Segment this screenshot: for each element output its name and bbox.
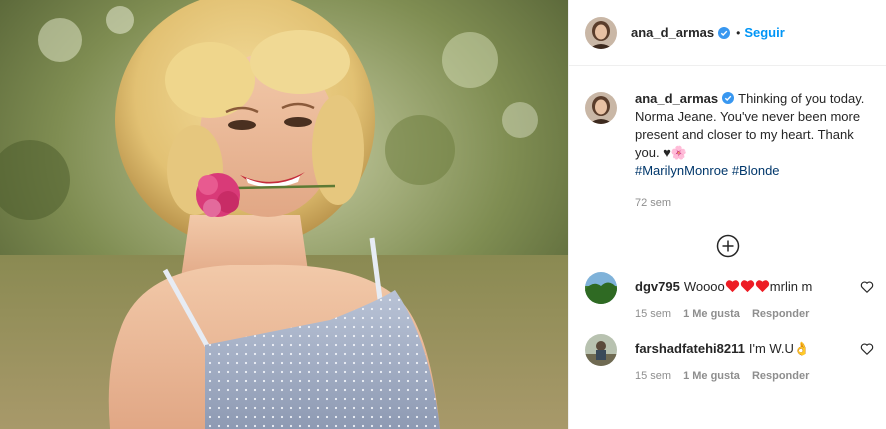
comment-item: farshadfatehi8211 I'm W.U👌 15 sem 1 Me gu… [569, 334, 886, 382]
comment-body: farshadfatehi8211 I'm W.U👌 15 sem 1 Me gu… [635, 340, 865, 382]
comment-item: dgv795 Woooo mrlin m 15 sem 1 Me gusta Res… [569, 272, 886, 320]
comment-text-suffix: mrlin m [769, 279, 813, 294]
commenter-avatar[interactable] [585, 334, 617, 366]
comment-text-line: farshadfatehi8211 I'm W.U👌 [635, 340, 865, 358]
comment-body: dgv795 Woooo mrlin m 15 sem 1 Me gusta Res… [635, 278, 865, 320]
heart-outline-icon[interactable] [860, 280, 874, 294]
author-username[interactable]: ana_d_armas [631, 25, 714, 40]
separator-dot: • [736, 25, 741, 40]
comment-like-count[interactable]: 1 Me gusta [683, 308, 740, 320]
hashtag-blonde[interactable]: #Blonde [732, 163, 780, 178]
comment-username[interactable]: farshadfatehi8211 [635, 341, 745, 356]
author-avatar[interactable] [585, 16, 617, 49]
comment-timestamp[interactable]: 15 sem [635, 308, 671, 320]
verified-badge-icon [722, 92, 735, 104]
load-more-comments [569, 234, 886, 258]
reply-button[interactable]: Responder [752, 308, 809, 320]
heart-outline-icon[interactable] [860, 342, 874, 356]
post-side-panel: ana_d_armas • Seguir ana_d_armas Thinking… [568, 0, 886, 429]
verified-badge-icon [718, 26, 731, 39]
instagram-post: ana_d_armas • Seguir ana_d_armas Thinking… [0, 0, 886, 429]
comment-like-count[interactable]: 1 Me gusta [683, 370, 740, 382]
comment-meta: 15 sem 1 Me gusta Responder [635, 370, 865, 382]
commenter-avatar[interactable] [585, 272, 617, 304]
comment-text: Woooo [683, 279, 725, 294]
caption-timestamp[interactable]: 72 sem [635, 194, 867, 212]
comment-meta: 15 sem 1 Me gusta Responder [635, 308, 865, 320]
reply-button[interactable]: Responder [752, 370, 809, 382]
caption-avatar[interactable] [585, 92, 617, 124]
red-heart-icon [725, 280, 739, 293]
photo-illustration [0, 0, 568, 429]
hashtag-marilynmonroe[interactable]: #MarilynMonroe [635, 163, 728, 178]
comment-username[interactable]: dgv795 [635, 279, 680, 294]
follow-button[interactable]: Seguir [744, 25, 784, 40]
comment-text-line: dgv795 Woooo mrlin m [635, 278, 865, 296]
post-caption: ana_d_armas Thinking of you today. Norma … [569, 66, 886, 212]
post-photo[interactable] [0, 0, 568, 429]
post-header: ana_d_armas • Seguir [569, 0, 886, 66]
comment-text: I'm W.U👌 [748, 341, 811, 356]
red-heart-icon [740, 280, 754, 293]
caption-username[interactable]: ana_d_armas [635, 91, 718, 106]
caption-body: ana_d_armas Thinking of you today. Norma … [635, 90, 867, 212]
red-heart-icon [755, 280, 769, 293]
plus-circle-icon[interactable] [716, 234, 740, 258]
comment-timestamp[interactable]: 15 sem [635, 370, 671, 382]
